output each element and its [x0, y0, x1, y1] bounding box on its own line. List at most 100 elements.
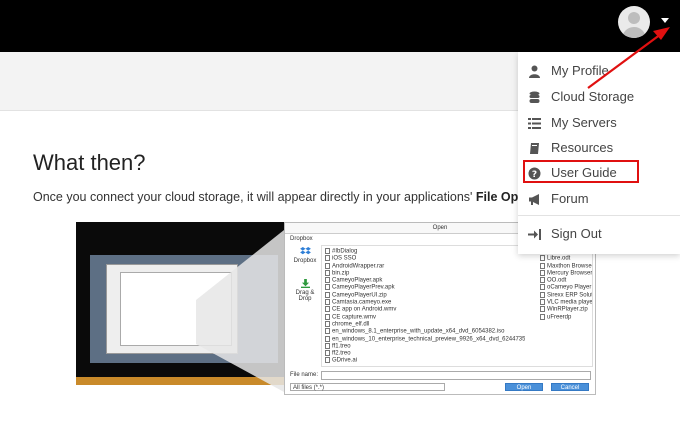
intro-text: Once you connect your cloud storage, it … [33, 190, 476, 204]
file-list-item[interactable]: ff2.treo [325, 350, 525, 357]
file-icon [325, 335, 330, 342]
file-name: AndroidWrapper.rar [332, 263, 385, 270]
download-arrow-icon [300, 279, 310, 288]
file-list-item[interactable]: WinRPlayer.zip [540, 306, 592, 313]
file-icon [325, 357, 330, 364]
menu-item-my-servers[interactable]: My Servers [518, 111, 680, 135]
file-list-item[interactable]: uFreerdp [540, 313, 592, 321]
file-name: en_windows_10_enterprise_technical_previ… [332, 336, 525, 343]
file-list-item[interactable]: ff1.treo [325, 342, 525, 350]
menu-item-forum[interactable]: Forum [518, 187, 680, 211]
file-icon [325, 255, 330, 262]
file-icon [325, 320, 330, 327]
file-name: CE capture.wmv [332, 314, 377, 321]
menu-item-sign-out[interactable]: Sign Out [518, 222, 680, 246]
file-icon [325, 306, 330, 313]
file-icon [325, 342, 330, 349]
intro-bold-text: File Oper [475, 190, 523, 204]
file-list-item[interactable]: Mercury Browser P [540, 269, 593, 277]
file-name: WinRPlayer.zip [547, 306, 588, 313]
caret-down-icon[interactable] [661, 18, 669, 23]
file-list-item[interactable]: CE capture.wmv [325, 313, 525, 321]
avatar-head-shape [628, 12, 640, 24]
file-list-item[interactable]: CameyoPlayerPrev.apk [325, 284, 525, 291]
menu-item-cloud-storage[interactable]: Cloud Storage [518, 85, 680, 109]
file-name: oCameyo Player - [547, 285, 593, 292]
menu-item-my-profile[interactable]: My Profile [518, 59, 680, 83]
file-icon [540, 284, 545, 291]
file-list-item[interactable]: iOS SSO [325, 255, 525, 262]
file-name: CE app on Android.wmv [332, 306, 397, 313]
file-icon [540, 313, 545, 320]
file-name: uFreerdp [547, 314, 572, 321]
file-name: #IbDialog [332, 248, 358, 255]
file-list-column-1: #IbDialog iOS SSO AndroidWrapper.rar bin.zi… [325, 248, 525, 365]
file-name: CameyoPlayerPrev.apk [332, 285, 395, 292]
file-name: ff1.treo [332, 343, 351, 350]
file-list-item[interactable]: en_windows_8.1_enterprise_with_update_x6… [325, 328, 525, 335]
menu-item-label: Cloud Storage [551, 89, 635, 104]
file-name: CameyoPlayerUI.zip [332, 292, 387, 299]
file-list-item[interactable]: CE app on Android.wmv [325, 306, 525, 313]
cancel-button[interactable]: Cancel [551, 383, 589, 391]
file-icon [325, 291, 330, 298]
user-guide-highlight-box [523, 160, 639, 183]
server-list-icon [528, 118, 541, 129]
file-list-item[interactable]: GDrive.ai [325, 357, 525, 364]
file-list-item[interactable]: Maxthon Browser.e [540, 262, 592, 270]
file-list-item[interactable]: VLC media players [540, 299, 593, 306]
sidebar-drag-drop[interactable]: Drag & Drop [291, 279, 319, 302]
file-list-item[interactable]: AndroidWrapper.rar [325, 262, 525, 270]
file-icon [325, 248, 330, 254]
file-list: #IbDialog iOS SSO AndroidWrapper.rar bin.zi… [321, 245, 593, 367]
menu-item-label: Forum [551, 191, 589, 206]
file-name: chrome_elf.dll [332, 321, 370, 328]
file-icon [540, 299, 545, 306]
file-name: ff2.treo [332, 350, 351, 357]
file-list-item[interactable]: #IbDialog [325, 248, 525, 255]
file-list-item[interactable]: Camtasia.cameyo.exe [325, 299, 525, 306]
menu-divider [518, 215, 680, 216]
file-icon [325, 350, 330, 357]
sidebar-dropbox-label: Dropbox [293, 258, 317, 264]
user-avatar-icon[interactable] [618, 6, 650, 38]
page-heading: What then? [33, 150, 146, 175]
file-name: Camtasia.cameyo.exe [332, 299, 392, 306]
file-list-item[interactable]: OO.odt [540, 277, 592, 284]
file-list-item[interactable]: oCameyo Player - [540, 284, 593, 292]
file-name: GDrive.ai [332, 358, 358, 365]
menu-item-label: My Servers [551, 115, 617, 130]
user-dropdown-menu: My Profile Cloud Storage My Servers Reso… [518, 52, 680, 254]
file-list-item[interactable]: Sirexx ERP Solutio [540, 291, 593, 299]
bullhorn-icon [529, 194, 539, 205]
sidebar-drag-drop-label: Drag & Drop [295, 290, 315, 302]
file-list-item[interactable]: CameyoPlayer.apk [325, 277, 525, 284]
sign-out-icon [528, 229, 541, 240]
sidebar-dropbox[interactable]: Dropbox [291, 247, 319, 264]
file-icon [540, 277, 545, 284]
file-name: Sirexx ERP Solutio [547, 292, 593, 299]
menu-item-label: Sign Out [551, 226, 602, 241]
file-list-item[interactable]: bin.zip [325, 269, 525, 277]
file-list-item[interactable]: chrome_elf.dll [325, 320, 525, 328]
file-icon [540, 306, 545, 313]
dialog-sidebar: Dropbox Drag & Drop [288, 245, 320, 367]
file-icon [325, 328, 330, 335]
file-name: Mercury Browser P [547, 270, 593, 277]
file-name: OO.odt [547, 277, 567, 284]
file-icon [540, 255, 545, 262]
file-list-item[interactable]: CameyoPlayerUI.zip [325, 291, 525, 299]
file-type-filter[interactable]: All files (*.*) [290, 383, 445, 391]
file-list-column-2: FreeRDP.zipLibre.odtMaxthon Browser.eMer… [540, 248, 593, 321]
intro-paragraph: Once you connect your cloud storage, it … [33, 190, 523, 204]
file-list-item[interactable]: en_windows_10_enterprise_technical_previ… [325, 335, 525, 343]
file-list-item[interactable]: Libre.odt [540, 255, 592, 262]
avatar-body-shape [622, 27, 646, 38]
menu-item-resources[interactable]: Resources [518, 136, 680, 160]
file-name: VLC media players [547, 299, 593, 306]
file-name-label: File name: [290, 372, 319, 378]
user-icon [529, 65, 540, 78]
dialog-path: Dropbox [290, 236, 313, 242]
open-button[interactable]: Open [505, 383, 543, 391]
file-name-input[interactable] [321, 371, 591, 380]
